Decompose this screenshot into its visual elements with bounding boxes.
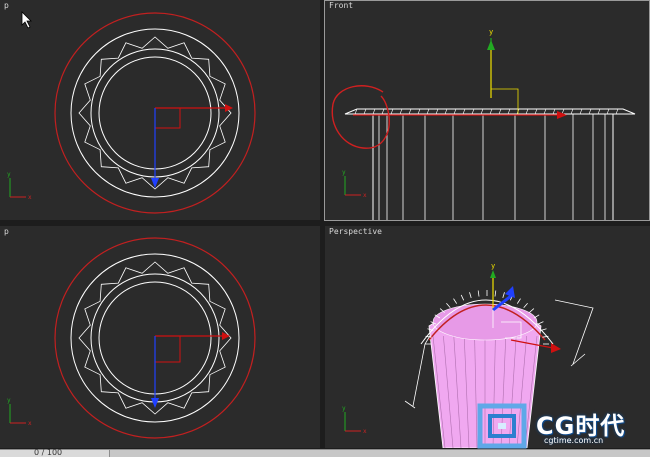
gizmo-z-arrow	[151, 398, 159, 408]
tripod-y-label: y	[7, 171, 11, 178]
timeline-bar[interactable]: 0 / 100	[0, 448, 650, 457]
viewport-front[interactable]: Front y y x	[325, 0, 650, 220]
annotation-circle	[331, 85, 390, 149]
front-view-drawing: y y x	[331, 28, 636, 220]
cylinder-top	[432, 303, 538, 341]
viewport-perspective[interactable]: Perspective y y x	[325, 226, 650, 448]
tripod-x-label: x	[28, 420, 32, 427]
tripod-x-label: x	[363, 192, 367, 199]
gizmo-y-arrow	[487, 40, 495, 50]
gizmo-plane	[491, 88, 519, 114]
gizmo-y-arrow	[490, 270, 496, 278]
gizmo-x-arrow	[222, 332, 230, 340]
flange-segments	[354, 108, 619, 115]
tripod-y-label: y	[7, 397, 11, 404]
tripod-y-label: y	[342, 169, 346, 176]
tripod-y-label: y	[342, 405, 346, 412]
tripod-x-label: x	[28, 194, 32, 201]
body-segments	[378, 114, 606, 220]
gizmo-y-label: y	[489, 28, 493, 36]
gizmo-y-label: y	[491, 262, 495, 270]
gizmo-plane	[155, 336, 181, 363]
time-slider[interactable]: 0 / 100	[0, 448, 110, 457]
tripod-x-label: x	[363, 428, 367, 435]
viewport-top-left[interactable]: p y x	[0, 0, 320, 220]
perspective-drawing: y y x	[342, 262, 594, 448]
wire-right	[554, 299, 594, 365]
mouse-cursor-icon	[21, 11, 32, 29]
top-view-drawing-2: y x	[7, 237, 256, 439]
frame-counter: 0 / 100	[34, 448, 63, 457]
gizmo-x-arrow	[557, 111, 567, 119]
top-view-drawing: y x	[7, 12, 256, 214]
wire-right-foot	[570, 353, 586, 367]
gizmo-plane	[155, 107, 181, 129]
viewport-bottom-left[interactable]: p y x	[0, 226, 320, 448]
gizmo-x-arrow	[551, 343, 561, 353]
